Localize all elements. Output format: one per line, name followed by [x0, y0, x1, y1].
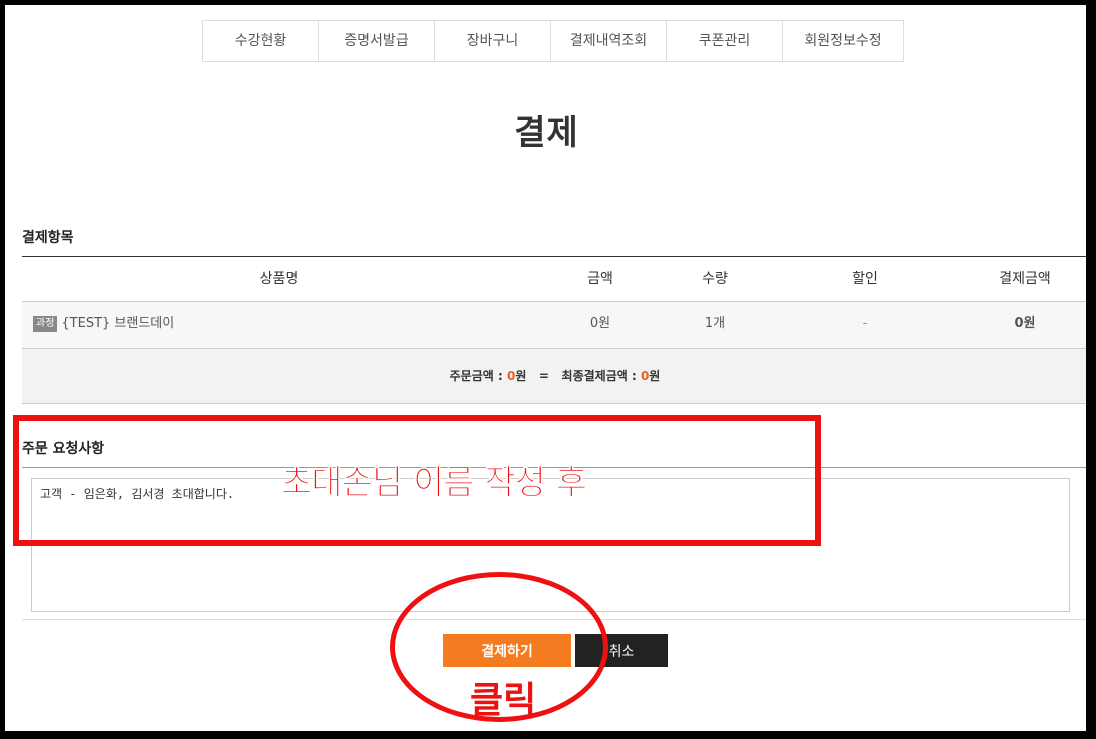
order-amount-unit: 원 — [515, 369, 527, 383]
payment-items-table: 상품명 금액 수량 할인 결제금액 과정 {TEST} 브랜드데이 0원 1개 -… — [22, 256, 1088, 404]
annotation-click-label: 클릭 — [470, 680, 537, 721]
header-total: 결제금액 — [999, 271, 1051, 287]
payment-summary: 주문금액 : 0원 = 최종결제금액 : 0원 — [22, 349, 1088, 404]
window-edge — [1086, 5, 1088, 731]
header-discount: 할인 — [852, 271, 878, 287]
quantity-cell: 1개 — [704, 316, 726, 331]
header-quantity: 수량 — [702, 271, 728, 287]
table-header: 상품명 금액 수량 할인 결제금액 — [22, 256, 1088, 302]
final-amount-unit: 원 — [649, 369, 661, 383]
tab-payment-history[interactable]: 결제내역조회 — [551, 21, 667, 61]
product-name: {TEST} 브랜드데이 — [61, 316, 175, 331]
product-cell: 과정 {TEST} 브랜드데이 — [33, 302, 174, 346]
header-price: 금액 — [587, 271, 613, 287]
payment-items-title: 결제항목 — [22, 230, 74, 246]
annotation-instruction: 초대손님 이름 작성 후 — [281, 463, 588, 504]
header-product: 상품명 — [259, 271, 299, 287]
tab-member-info[interactable]: 회원정보수정 — [783, 21, 903, 61]
order-amount-label: 주문금액 : — [449, 369, 507, 383]
page-title: 결제 — [514, 113, 579, 153]
tab-cart[interactable]: 장바구니 — [435, 21, 551, 61]
total-cell: 0원 — [1014, 316, 1036, 331]
mypage-tabs: 수강현황 증명서발급 장바구니 결제내역조회 쿠폰관리 회원정보수정 — [202, 20, 904, 62]
table-row: 과정 {TEST} 브랜드데이 0원 1개 - 0원 — [22, 302, 1088, 349]
tab-coupons[interactable]: 쿠폰관리 — [667, 21, 783, 61]
course-badge: 과정 — [33, 316, 58, 332]
final-amount-label: 최종결제금액 : — [561, 369, 641, 383]
tab-certificate[interactable]: 증명서발급 — [319, 21, 435, 61]
equals-sign: = — [538, 369, 549, 383]
tab-course-status[interactable]: 수강현황 — [203, 21, 319, 61]
page-frame: 수강현황 증명서발급 장바구니 결제내역조회 쿠폰관리 회원정보수정 결제 결제… — [5, 5, 1088, 731]
discount-cell: - — [862, 316, 868, 331]
price-cell: 0원 — [589, 316, 611, 331]
